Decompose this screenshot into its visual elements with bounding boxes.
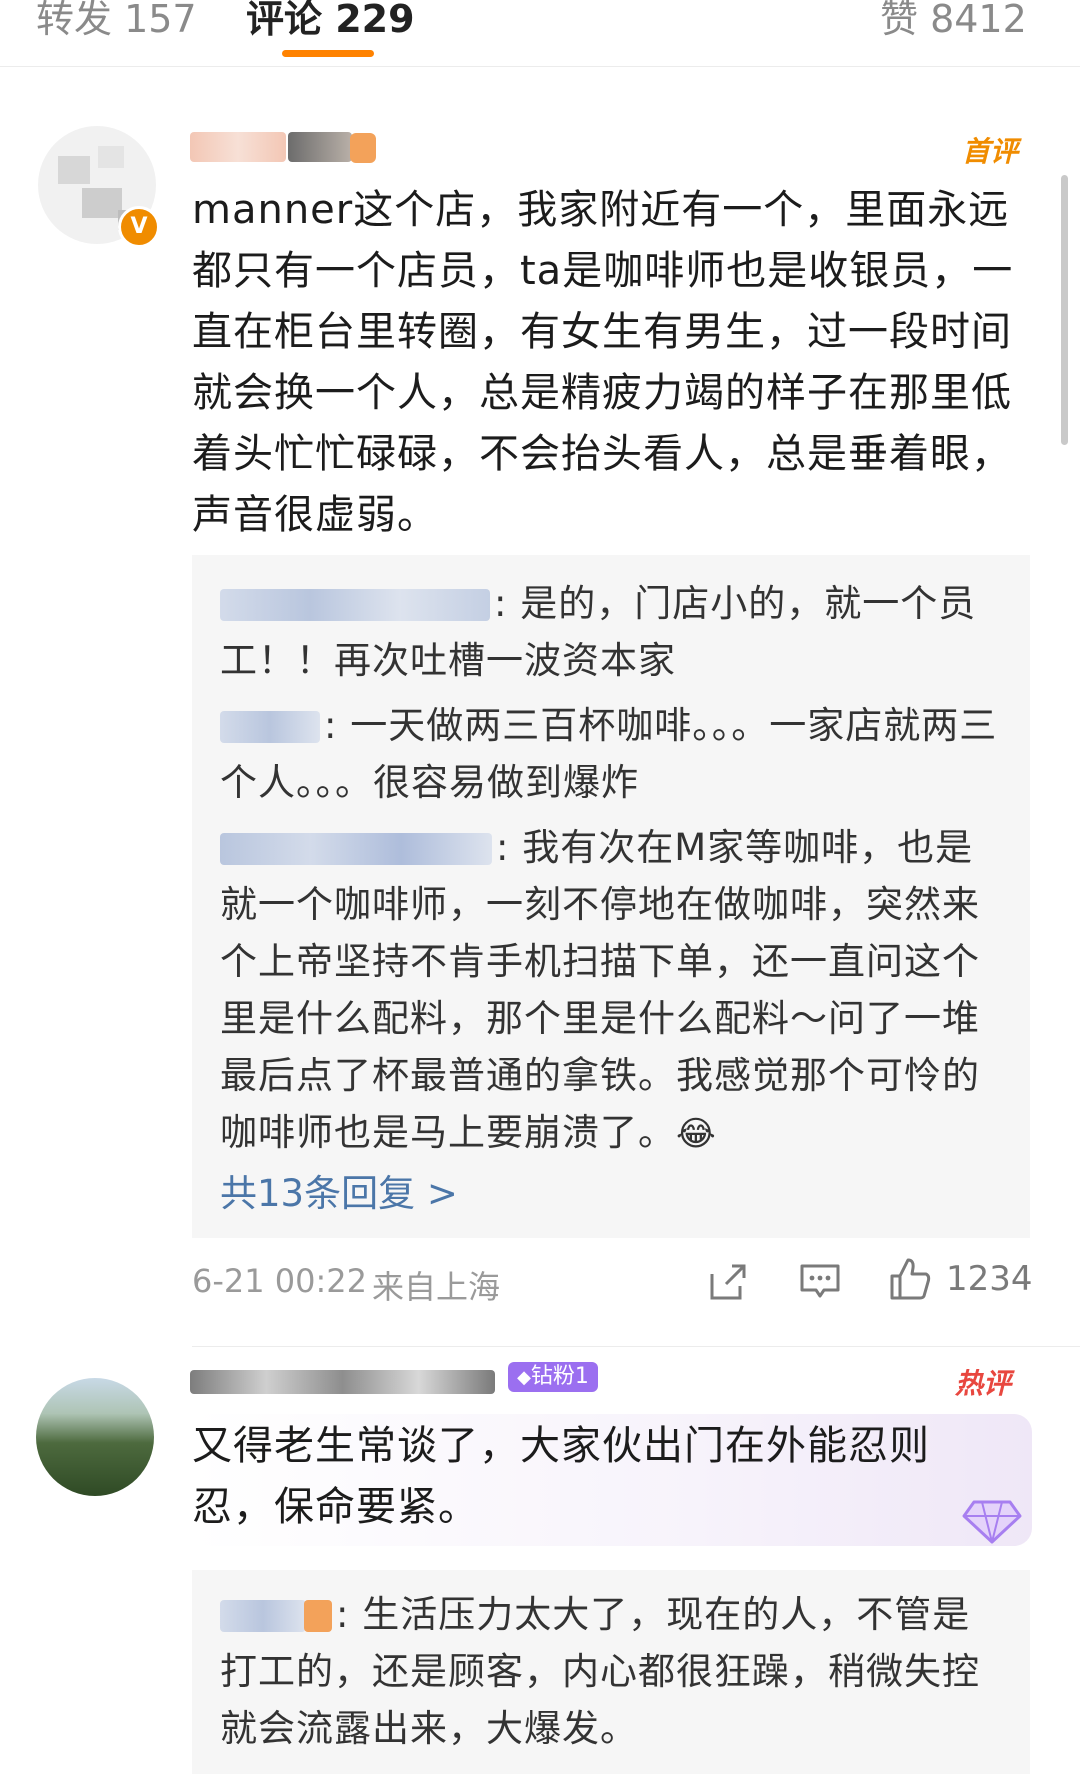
reply-username[interactable]	[220, 589, 490, 621]
verified-icon: V	[118, 206, 160, 248]
hot-comment-tag: 热评	[955, 1367, 1012, 1400]
share-icon[interactable]	[706, 1260, 750, 1304]
comment-time: 6-21 00:22	[192, 1262, 368, 1300]
comment-location: 来自上海	[372, 1268, 501, 1306]
reply-username[interactable]	[220, 711, 320, 743]
level-badge	[350, 133, 376, 163]
active-tab-indicator	[282, 50, 374, 57]
reply-username[interactable]	[220, 833, 492, 865]
comment-tabs: 转发 157 评论 229 赞 8412	[0, 0, 1080, 67]
like-icon[interactable]	[888, 1256, 932, 1302]
fan-badge: ◆钻粉1	[508, 1362, 598, 1392]
divider	[192, 1346, 1080, 1347]
reply-box: : 是的，门店小的，就一个员工！！再次吐槽一波资本家 : 一天做两三百杯咖啡。。…	[192, 555, 1030, 1238]
view-more-replies-link[interactable]: 共13条回复 >	[220, 1163, 458, 1217]
tab-comments[interactable]: 评论 229	[246, 0, 415, 43]
reply-username[interactable]	[220, 1600, 306, 1632]
comment-text: 又得老生常谈了，大家伙出门在外能忍则忍，保命要紧。	[192, 1423, 930, 1530]
first-comment-tag: 首评	[962, 135, 1019, 168]
reply-item[interactable]: : 一天做两三百杯咖啡。。。一家店就两三个人。。。很容易做到爆炸	[220, 697, 1006, 811]
tab-likes[interactable]: 赞 8412	[880, 0, 1027, 43]
username[interactable]	[288, 132, 352, 162]
like-count: 1234	[946, 1259, 1033, 1299]
diamond-icon: ◆	[517, 1367, 531, 1388]
avatar[interactable]	[36, 1378, 154, 1496]
reply-item[interactable]: : 是的，门店小的，就一个员工！！再次吐槽一波资本家	[220, 575, 1006, 689]
level-badge	[304, 1600, 332, 1632]
reply-text: : 一天做两三百杯咖啡。。。一家店就两三个人。。。很容易做到爆炸	[220, 704, 998, 804]
reply-item[interactable]: : 我有次在M家等咖啡，也是就一个咖啡师，一刻不停地在做咖啡，突然来个上帝坚持不…	[220, 819, 1006, 1163]
tab-repost[interactable]: 转发 157	[36, 0, 197, 43]
username[interactable]	[190, 132, 286, 162]
username[interactable]	[190, 1370, 495, 1394]
scrollbar[interactable]	[1061, 175, 1068, 445]
reply-item[interactable]: : 生活压力太大了，现在的人，不管是打工的，还是顾客，内心都很狂躁，稍微失控就会…	[220, 1586, 1006, 1757]
comment-text: manner这个店，我家附近有一个，里面永远都只有一个店员，ta是咖啡师也是收银…	[192, 187, 1014, 538]
diamond-icon	[960, 1490, 1024, 1546]
comment-icon[interactable]	[798, 1262, 842, 1302]
reply-box: : 生活压力太大了，现在的人，不管是打工的，还是顾客，内心都很狂躁，稍微失控就会…	[192, 1570, 1030, 1774]
reply-text: : 我有次在M家等咖啡，也是就一个咖啡师，一刻不停地在做咖啡，突然来个上帝坚持不…	[220, 826, 980, 1154]
reply-text: : 生活压力太大了，现在的人，不管是打工的，还是顾客，内心都很狂躁，稍微失控就会…	[220, 1593, 980, 1750]
laugh-cry-emoji: 😂	[676, 1114, 717, 1154]
